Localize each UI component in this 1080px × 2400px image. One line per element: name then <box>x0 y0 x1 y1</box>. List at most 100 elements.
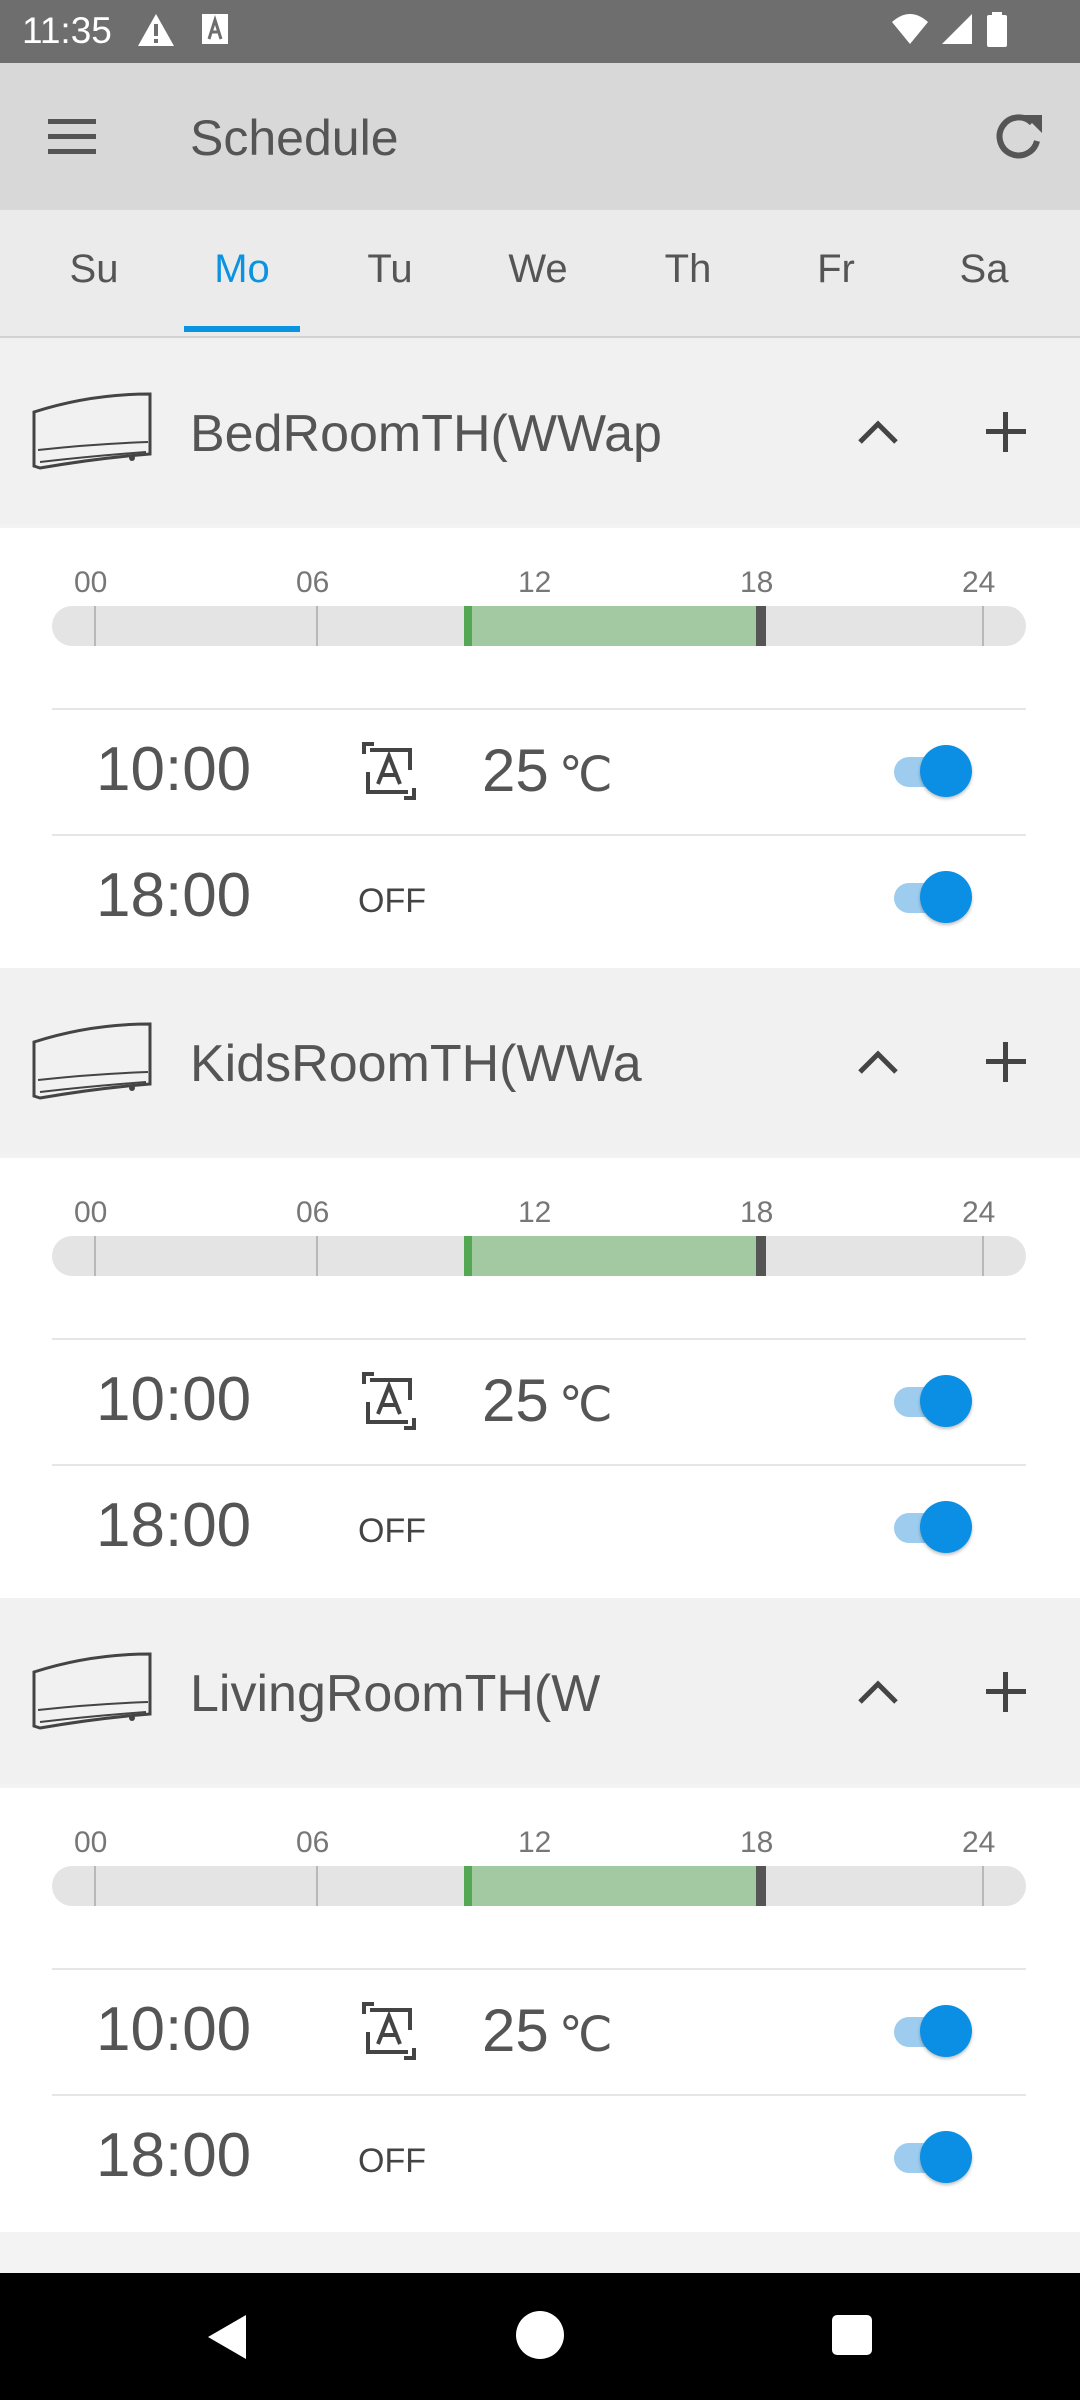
room-schedule-body: 00 06 12 18 24 10:00 25 ℃ 18:00 OFF <box>0 528 1080 972</box>
temperature-unit: ℃ <box>558 2009 613 2062</box>
timeline-tick <box>316 1866 318 1906</box>
room-header[interactable]: BedRoomTH(WWap <box>0 338 1080 524</box>
room-schedule-body: 00 06 12 18 24 10:00 25 ℃ 18:00 OFF <box>0 1788 1080 2232</box>
temperature-unit: ℃ <box>558 1379 613 1432</box>
temperature-setpoint: 25 ℃ <box>482 736 613 805</box>
add-schedule-plus-icon[interactable] <box>978 1664 1034 1720</box>
timeline-bar[interactable] <box>52 1866 1026 1906</box>
schedule-enable-toggle[interactable] <box>894 2004 976 2058</box>
tab-sunday[interactable]: Su <box>20 210 168 336</box>
toggle-thumb <box>920 1375 972 1427</box>
air-conditioner-icon <box>28 1648 160 1738</box>
temperature-unit: ℃ <box>558 749 613 802</box>
status-bar: 11:35 <box>0 0 1080 63</box>
timeline-tick-label: 18 <box>740 1826 774 1859</box>
tab-wednesday[interactable]: We <box>464 210 612 336</box>
home-icon[interactable] <box>516 2311 564 2359</box>
tab-tuesday[interactable]: Tu <box>316 210 464 336</box>
add-schedule-plus-icon[interactable] <box>978 1034 1034 1090</box>
wifi-icon <box>892 14 928 44</box>
schedule-enable-toggle[interactable] <box>894 1500 976 1554</box>
battery-icon <box>987 12 1007 47</box>
timeline-tick-label: 00 <box>74 566 108 599</box>
room-name: BedRoomTH(WWap <box>190 405 662 463</box>
timeline-on-range <box>464 606 760 646</box>
air-conditioner-icon <box>28 1018 160 1108</box>
collapse-chevron-up-icon[interactable] <box>850 1664 906 1720</box>
app-bar: Schedule <box>0 63 1080 210</box>
refresh-icon[interactable] <box>988 107 1048 167</box>
toggle-thumb <box>920 2005 972 2057</box>
add-schedule-plus-icon[interactable] <box>978 404 1034 460</box>
timeline-tick-label: 06 <box>296 566 330 599</box>
timeline-tick <box>982 606 984 646</box>
schedule-entry-row[interactable]: 18:00 OFF <box>0 836 1080 960</box>
schedule-time: 10:00 <box>96 735 252 804</box>
timeline-on-range <box>464 1866 760 1906</box>
tab-saturday[interactable]: Sa <box>910 210 1058 336</box>
back-icon[interactable] <box>204 2313 250 2361</box>
tab-thursday[interactable]: Th <box>614 210 762 336</box>
mode-off-label: OFF <box>358 1512 426 1550</box>
tab-friday[interactable]: Fr <box>762 210 910 336</box>
schedule-entry-row[interactable]: 18:00 OFF <box>0 1466 1080 1590</box>
page-title: Schedule <box>190 110 399 166</box>
auto-mode-icon <box>356 1368 422 1434</box>
timeline-bar[interactable] <box>52 1236 1026 1276</box>
day-tabs: Su Mo Tu We Th Fr Sa <box>0 210 1080 338</box>
schedule-time: 18:00 <box>96 1491 252 1560</box>
schedule-time: 10:00 <box>96 1365 252 1434</box>
schedule-enable-toggle[interactable] <box>894 1374 976 1428</box>
schedule-enable-toggle[interactable] <box>894 2130 976 2184</box>
timeline-off-marker <box>756 1866 766 1906</box>
timeline-tick-label: 12 <box>518 566 552 599</box>
timeline-tick <box>316 606 318 646</box>
temperature-value: 25 <box>482 1997 549 2064</box>
schedule-time: 18:00 <box>96 861 252 930</box>
timeline-off-marker <box>756 1236 766 1276</box>
air-conditioner-icon <box>28 388 160 478</box>
timeline-tick <box>982 1236 984 1276</box>
navigation-bar <box>0 2273 1080 2400</box>
room-header[interactable]: KidsRoomTH(WWa <box>0 968 1080 1154</box>
schedule-entry-row[interactable]: 10:00 25 ℃ <box>0 1340 1080 1464</box>
schedule-enable-toggle[interactable] <box>894 870 976 924</box>
room-header[interactable]: LivingRoomTH(W <box>0 1598 1080 1784</box>
toggle-thumb <box>920 1501 972 1553</box>
timeline-on-marker <box>464 606 472 646</box>
schedule-entry-row[interactable]: 10:00 25 ℃ <box>0 1970 1080 2094</box>
timeline-tick <box>982 1866 984 1906</box>
timeline-tick <box>94 606 96 646</box>
toggle-thumb <box>920 2131 972 2183</box>
toggle-thumb <box>920 745 972 797</box>
timeline-tick <box>94 1866 96 1906</box>
timeline-tick-label: 12 <box>518 1196 552 1229</box>
menu-icon[interactable] <box>42 113 102 161</box>
toggle-thumb <box>920 871 972 923</box>
schedule-entry-row[interactable]: 10:00 25 ℃ <box>0 710 1080 834</box>
timeline-on-range <box>464 1236 760 1276</box>
status-time: 11:35 <box>22 10 112 51</box>
timeline-tick-label: 24 <box>962 1826 996 1859</box>
timeline-bar[interactable] <box>52 606 1026 646</box>
active-tab-indicator <box>184 326 300 332</box>
recent-apps-icon[interactable] <box>832 2315 872 2355</box>
font-a-icon <box>202 14 228 44</box>
schedule-entry-row[interactable]: 18:00 OFF <box>0 2096 1080 2220</box>
tab-monday[interactable]: Mo <box>168 210 316 336</box>
timeline-tick-label: 24 <box>962 566 996 599</box>
collapse-chevron-up-icon[interactable] <box>850 1034 906 1090</box>
timeline-on-marker <box>464 1866 472 1906</box>
schedule-time: 18:00 <box>96 2121 252 2190</box>
timeline-tick <box>316 1236 318 1276</box>
timeline-tick-label: 00 <box>74 1826 108 1859</box>
timeline-tick-label: 24 <box>962 1196 996 1229</box>
temperature-value: 25 <box>482 1367 549 1434</box>
signal-icon <box>942 14 972 44</box>
schedule-enable-toggle[interactable] <box>894 744 976 798</box>
room-name: LivingRoomTH(W <box>190 1665 601 1723</box>
timeline-tick-label: 18 <box>740 566 774 599</box>
temperature-setpoint: 25 ℃ <box>482 1996 613 2065</box>
collapse-chevron-up-icon[interactable] <box>850 404 906 460</box>
timeline-tick-label: 18 <box>740 1196 774 1229</box>
